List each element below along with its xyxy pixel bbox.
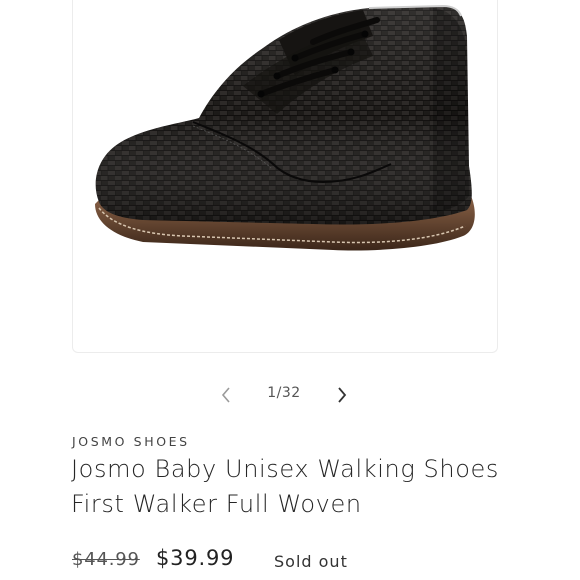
sale-price: $39.99 — [156, 546, 235, 570]
next-image-button[interactable] — [329, 382, 355, 408]
product-title-line-1: Josmo Baby Unisex Walking Shoes — [71, 455, 499, 483]
product-title: Josmo Baby Unisex Walking Shoes First Wa… — [71, 452, 541, 522]
product-image-card[interactable] — [72, 0, 498, 353]
compare-at-price: $44.99 — [72, 549, 140, 570]
chevron-left-icon — [221, 387, 230, 403]
sold-out-badge: Sold out — [274, 552, 348, 571]
product-vendor: JOSMO SHOES — [72, 434, 190, 449]
previous-image-button[interactable] — [213, 382, 239, 408]
image-pager: 1/32 — [0, 380, 580, 408]
product-image[interactable] — [73, 0, 497, 352]
image-counter: 1/32 — [267, 385, 301, 401]
product-page: 1/32 JOSMO SHOES Josmo Baby Unisex Walki… — [0, 0, 580, 580]
chevron-right-icon — [338, 387, 347, 403]
product-title-line-2: First Walker Full Woven — [71, 490, 362, 518]
